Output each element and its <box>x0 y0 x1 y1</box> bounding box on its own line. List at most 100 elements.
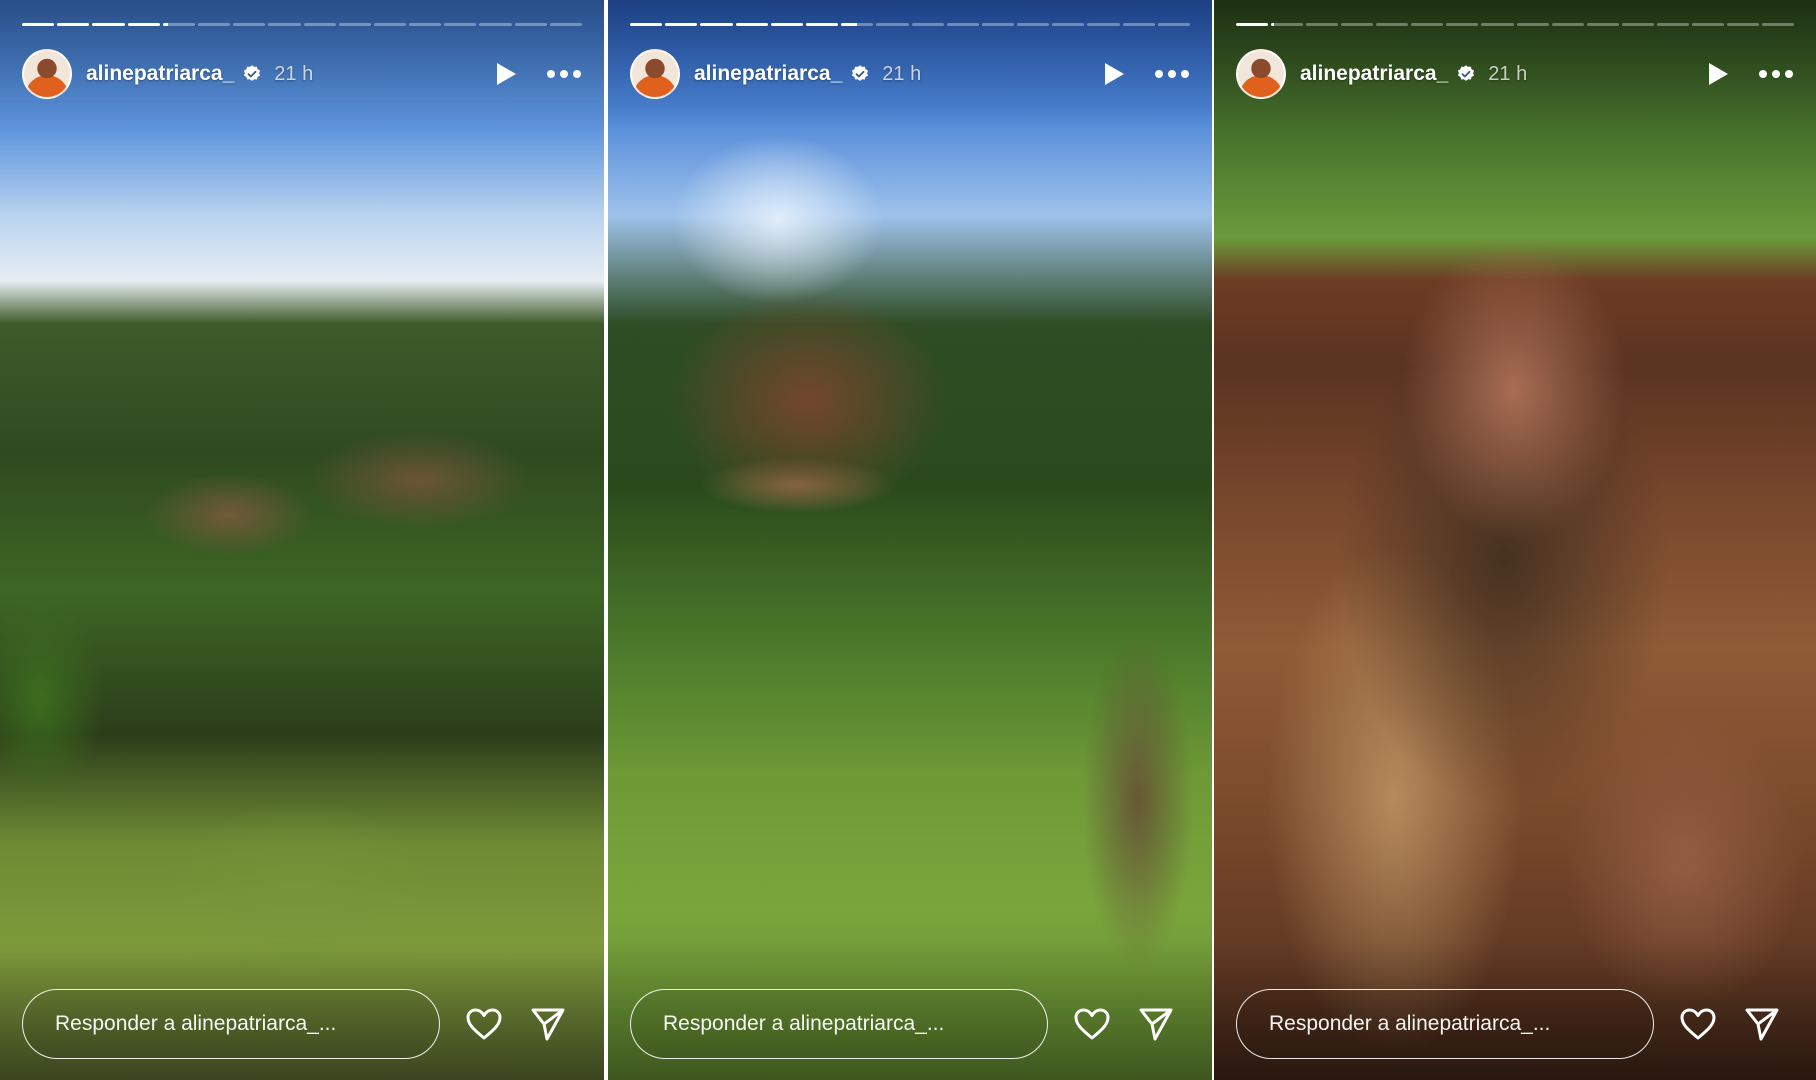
progress-segment <box>197 23 231 26</box>
play-button[interactable] <box>1704 60 1732 88</box>
stories-viewer: alinepatriarca_ 21 h Responder a alinepa… <box>0 0 1816 1080</box>
reply-placeholder: Responder a alinepatriarca_... <box>1269 1012 1551 1035</box>
heart-icon <box>1074 1008 1110 1040</box>
post-time: 21 h <box>882 62 922 85</box>
progress-segment <box>1052 23 1085 26</box>
story-header: alinepatriarca_ 21 h <box>22 46 582 102</box>
more-options-button[interactable] <box>546 60 582 88</box>
progress-segment <box>338 23 371 26</box>
play-icon <box>1709 63 1728 85</box>
send-icon <box>531 1008 565 1041</box>
reply-placeholder: Responder a alinepatriarca_... <box>55 1012 337 1035</box>
progress-segment <box>1586 23 1619 26</box>
progress-segment-fill <box>92 23 125 26</box>
progress-segment-fill <box>127 23 160 26</box>
progress-segment <box>373 23 407 26</box>
reply-input[interactable]: Responder a alinepatriarca_... <box>1236 989 1654 1059</box>
progress-segment <box>22 23 55 26</box>
progress-segment-fill <box>770 23 803 26</box>
progress-segment <box>444 23 477 26</box>
progress-segment <box>233 23 266 26</box>
username[interactable]: alinepatriarca_ <box>1300 62 1448 86</box>
progress-segment <box>1271 23 1304 26</box>
progress-segment-fill <box>1236 23 1269 26</box>
like-button[interactable] <box>464 1004 504 1044</box>
story-panel-2[interactable]: alinepatriarca_ 21 h Responder a alinepa… <box>608 0 1212 1080</box>
progress-segment <box>1761 23 1794 26</box>
progress-segment <box>1621 23 1654 26</box>
reply-input[interactable]: Responder a alinepatriarca_... <box>630 989 1048 1059</box>
share-button[interactable] <box>528 1004 568 1044</box>
story-panel-1[interactable]: alinepatriarca_ 21 h Responder a alinepa… <box>0 0 604 1080</box>
send-icon <box>1139 1008 1173 1041</box>
progress-segment <box>630 23 663 26</box>
story-footer: Responder a alinepatriarca_... <box>22 988 582 1060</box>
heart-icon <box>1680 1008 1716 1040</box>
progress-segment <box>1236 23 1269 26</box>
progress-segment <box>1446 23 1479 26</box>
username[interactable]: alinepatriarca_ <box>694 62 842 86</box>
story-footer: Responder a alinepatriarca_... <box>630 988 1190 1060</box>
play-button[interactable] <box>492 60 520 88</box>
progress-segment <box>479 23 512 26</box>
progress-segment <box>841 23 874 26</box>
progress-segment <box>1122 23 1155 26</box>
more-options-button[interactable] <box>1758 60 1794 88</box>
story-panel-3[interactable]: alinepatriarca_ 21 h Responder a alinepa… <box>1214 0 1816 1080</box>
avatar[interactable] <box>630 49 680 99</box>
progress-segment-fill <box>1271 23 1275 26</box>
post-time: 21 h <box>1488 62 1528 85</box>
progress-segment <box>665 23 698 26</box>
progress-segment <box>911 23 944 26</box>
story-photo <box>0 0 604 1080</box>
progress-segment <box>1691 23 1724 26</box>
share-button[interactable] <box>1742 1004 1782 1044</box>
story-footer: Responder a alinepatriarca_... <box>1236 988 1794 1060</box>
progress-segment-fill <box>665 23 698 26</box>
progress-segment <box>805 23 839 26</box>
verified-icon <box>244 65 261 81</box>
more-icon <box>1759 70 1793 78</box>
story-header: alinepatriarca_ 21 h <box>1236 46 1794 102</box>
like-button[interactable] <box>1678 1004 1718 1044</box>
play-button[interactable] <box>1100 60 1128 88</box>
progress-segment <box>735 23 768 26</box>
story-photo <box>608 0 1212 1080</box>
like-button[interactable] <box>1072 1004 1112 1044</box>
play-icon <box>1105 63 1124 85</box>
progress-segment-fill <box>805 23 839 26</box>
progress-segment <box>1481 23 1514 26</box>
progress-segment-fill <box>162 23 168 26</box>
more-icon <box>1155 70 1189 78</box>
progress-segment <box>57 23 90 26</box>
progress-segment <box>1341 23 1374 26</box>
progress-segment <box>1087 23 1120 26</box>
progress-segment <box>1516 23 1549 26</box>
progress-segment <box>770 23 803 26</box>
reply-input[interactable]: Responder a alinepatriarca_... <box>22 989 440 1059</box>
progress-segment <box>876 23 909 26</box>
progress-segment-fill <box>735 23 768 26</box>
post-time: 21 h <box>274 62 314 85</box>
progress-segment <box>981 23 1015 26</box>
more-options-button[interactable] <box>1154 60 1190 88</box>
progress-segment <box>303 23 336 26</box>
progress-segment <box>1726 23 1759 26</box>
username[interactable]: alinepatriarca_ <box>86 62 234 86</box>
progress-segment <box>1411 23 1444 26</box>
play-icon <box>497 63 516 85</box>
reply-placeholder: Responder a alinepatriarca_... <box>663 1012 945 1035</box>
verified-icon <box>1458 65 1475 81</box>
avatar[interactable] <box>1236 49 1286 99</box>
progress-segment <box>268 23 301 26</box>
progress-segment <box>1551 23 1584 26</box>
progress-segment <box>1376 23 1409 26</box>
avatar[interactable] <box>22 49 72 99</box>
send-icon <box>1745 1008 1779 1041</box>
progress-segment <box>1017 23 1050 26</box>
progress-segment <box>549 23 582 26</box>
progress-segment <box>1306 23 1339 26</box>
progress-segment <box>92 23 125 26</box>
share-button[interactable] <box>1136 1004 1176 1044</box>
progress-segment <box>1157 23 1190 26</box>
